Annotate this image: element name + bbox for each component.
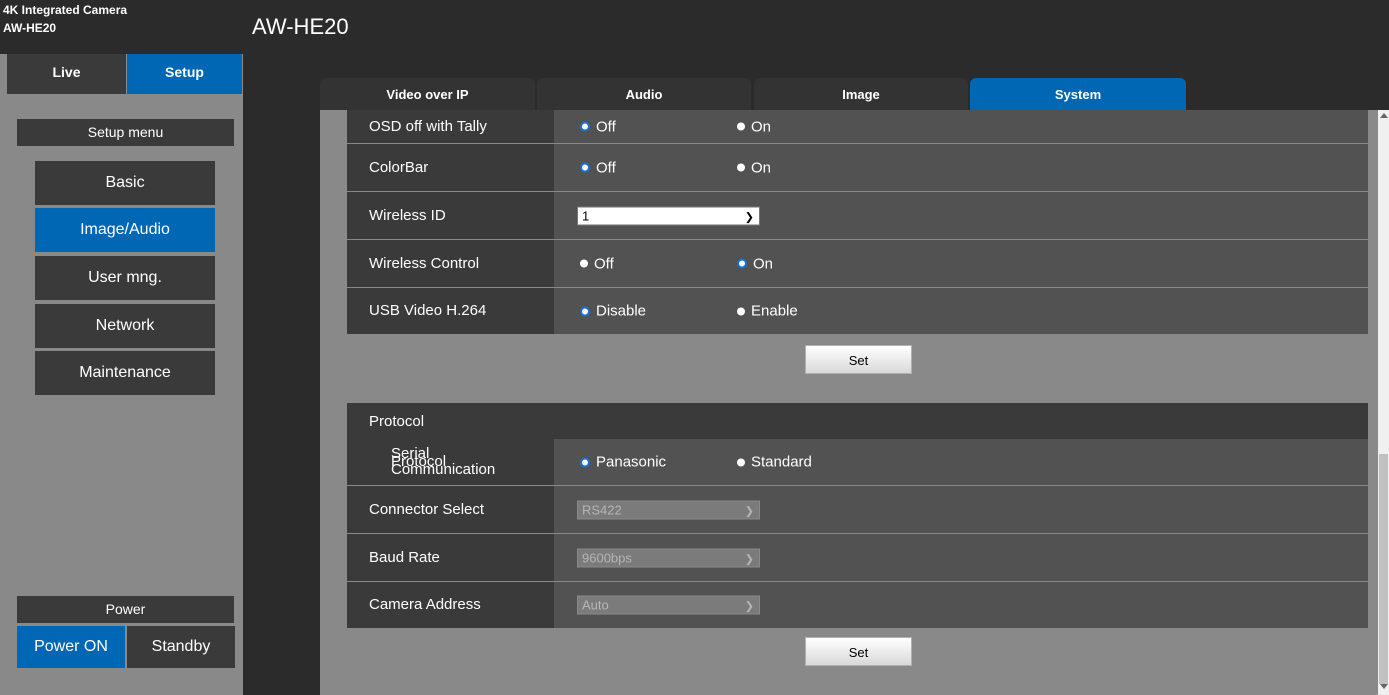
setting-row-serial-protocol: Serial Communication Protocol Panasonic S… — [347, 439, 1368, 486]
brand-product-line: 4K Integrated Camera — [3, 3, 128, 17]
protocol-section-header: Protocol — [347, 403, 1368, 439]
power-title: Power — [17, 596, 234, 623]
radio-unselected-icon — [737, 307, 745, 315]
gutter — [243, 54, 320, 695]
setting-label: ColorBar — [369, 158, 429, 176]
setting-label: Baud Rate — [369, 548, 440, 566]
top-header — [0, 0, 1389, 54]
menu-item-user-mng[interactable]: User mng. — [35, 256, 215, 300]
chevron-down-icon: ❯ — [744, 505, 754, 517]
radio-usb-disable[interactable]: Disable — [580, 303, 646, 320]
setup-mode-button[interactable]: Setup — [127, 54, 242, 94]
settings-panel: OSD off with Tally Off On ColorBar Off O… — [320, 110, 1378, 695]
standby-button[interactable]: Standby — [127, 626, 235, 668]
setting-label: USB Video H.264 — [369, 302, 487, 319]
radio-selected-icon — [580, 162, 590, 173]
connector-select[interactable]: RS422 ❯ — [577, 500, 760, 519]
chevron-down-icon: ❯ — [744, 211, 754, 223]
wireless-id-select[interactable]: 1 ❯ — [577, 206, 760, 225]
set-button-protocol[interactable]: Set — [805, 637, 912, 666]
live-mode-button[interactable]: Live — [7, 54, 126, 94]
radio-osd-on[interactable]: On — [737, 118, 771, 135]
radio-unselected-icon — [580, 259, 588, 268]
radio-unselected-icon — [737, 458, 745, 466]
radio-colorbar-on[interactable]: On — [737, 159, 771, 176]
menu-item-maintenance[interactable]: Maintenance — [35, 351, 215, 395]
radio-selected-icon — [580, 457, 590, 467]
radio-wireless-off[interactable]: Off — [580, 255, 614, 272]
radio-unselected-icon — [737, 122, 745, 131]
setup-menu-title: Setup menu — [17, 119, 234, 146]
setting-label: Wireless Control — [369, 254, 480, 272]
setting-row-connector: Connector Select RS422 ❯ — [347, 486, 1368, 534]
setting-label: OSD off with Tally — [369, 117, 487, 135]
scroll-up-arrow-icon[interactable] — [1380, 113, 1388, 118]
tab-image[interactable]: Image — [754, 78, 968, 110]
radio-serial-standard[interactable]: Standard — [737, 454, 812, 471]
radio-wireless-on[interactable]: On — [737, 255, 773, 272]
menu-item-network[interactable]: Network — [35, 304, 215, 348]
radio-unselected-icon — [737, 163, 745, 172]
radio-usb-enable[interactable]: Enable — [737, 303, 798, 320]
power-on-button[interactable]: Power ON — [17, 626, 125, 668]
tab-video-over-ip[interactable]: Video over IP — [320, 78, 535, 110]
radio-selected-icon — [737, 258, 747, 269]
setting-label: Wireless ID — [369, 206, 446, 224]
tab-audio[interactable]: Audio — [537, 78, 751, 110]
setting-row-camera-address: Camera Address Auto ❯ — [347, 582, 1368, 629]
menu-item-image-audio[interactable]: Image/Audio — [35, 208, 215, 252]
radio-serial-panasonic[interactable]: Panasonic — [580, 454, 666, 471]
scrollbar-thumb[interactable] — [1379, 454, 1388, 684]
setting-row-wireless-id: Wireless ID 1 ❯ — [347, 192, 1368, 240]
radio-selected-icon — [580, 306, 590, 316]
setting-row-wireless-control: Wireless Control Off On — [347, 240, 1368, 288]
brand-model: AW-HE20 — [3, 21, 57, 35]
setting-row-osd-tally: OSD off with Tally Off On — [347, 110, 1368, 144]
radio-osd-off[interactable]: Off — [580, 118, 616, 135]
menu-item-basic[interactable]: Basic — [35, 161, 215, 205]
radio-colorbar-off[interactable]: Off — [580, 159, 616, 176]
baud-rate-select[interactable]: 9600bps ❯ — [577, 548, 760, 567]
camera-address-select[interactable]: Auto ❯ — [577, 595, 760, 615]
setting-row-baud-rate: Baud Rate 9600bps ❯ — [347, 534, 1368, 582]
page-title: AW-HE20 — [252, 14, 349, 39]
chevron-down-icon: ❯ — [744, 600, 754, 613]
tab-system[interactable]: System — [970, 78, 1186, 110]
sidebar: Live Setup Setup menu Basic Image/Audio … — [0, 54, 243, 695]
setting-label: Camera Address — [369, 596, 481, 613]
chevron-down-icon: ❯ — [744, 553, 754, 565]
scroll-down-arrow-icon[interactable] — [1380, 684, 1388, 689]
setting-row-colorbar: ColorBar Off On — [347, 144, 1368, 192]
setting-row-usb-video: USB Video H.264 Disable Enable — [347, 288, 1368, 335]
set-button-system[interactable]: Set — [805, 345, 912, 374]
radio-selected-icon — [580, 121, 590, 132]
setting-label: Connector Select — [369, 500, 485, 518]
